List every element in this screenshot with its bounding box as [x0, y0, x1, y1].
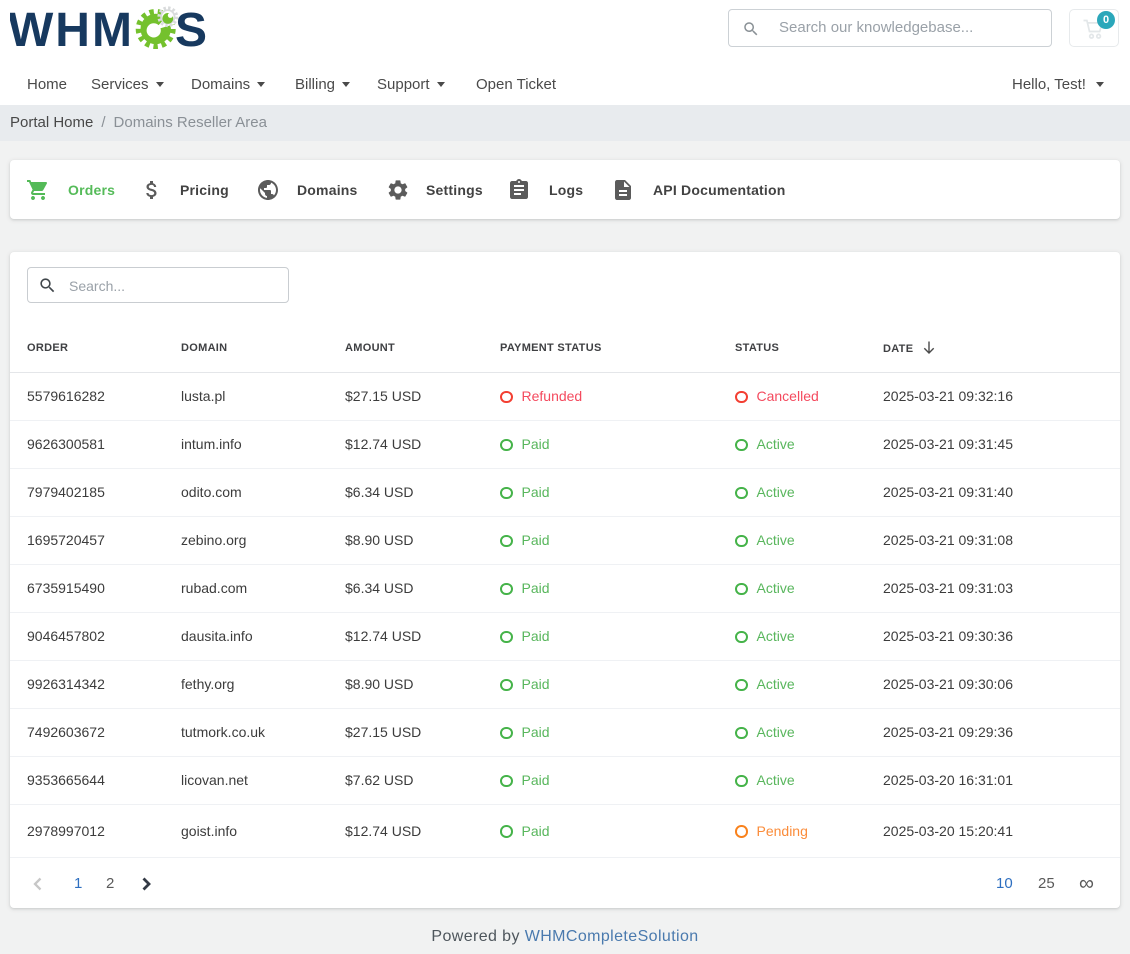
svg-text:S: S	[175, 6, 207, 52]
svg-text:WHM: WHM	[10, 6, 134, 52]
